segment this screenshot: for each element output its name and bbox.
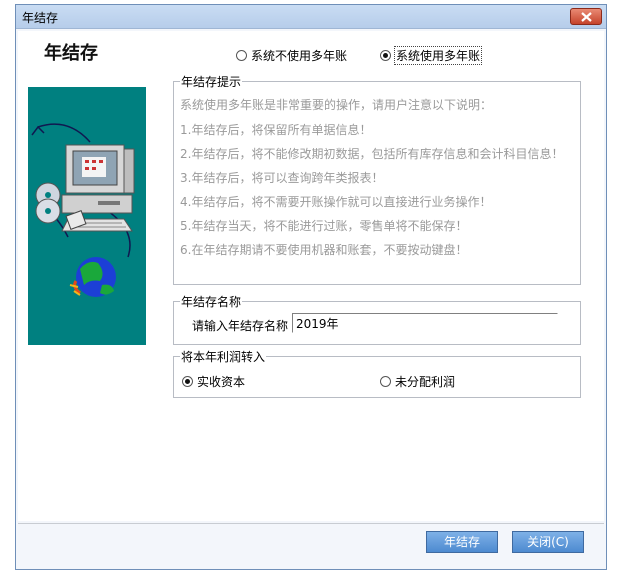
profit-group: 将本年利润转入 实收资本 未分配利润 — [173, 348, 581, 398]
profit-legend: 将本年利润转入 — [180, 348, 267, 365]
tip-line: 2.年结存后，将不能修改期初数据，包括所有库存信息和会计科目信息！ — [180, 147, 564, 161]
undistributed-label: 未分配利润 — [395, 375, 456, 389]
close-icon — [581, 12, 592, 22]
tip-line: 6.在年结存期请不要使用机器和账套，不要按动键盘！ — [180, 243, 468, 257]
capital-radio[interactable] — [182, 376, 193, 387]
tip-line: 1.年结存后，将保留所有单据信息！ — [180, 123, 372, 137]
mode-multi-label: 系统使用多年账 — [393, 46, 483, 65]
mode-multi-radio[interactable] — [380, 50, 391, 61]
dialog-body: 年结存 系统不使用多年账 系统使用多年账 年结存提示 系统使用多年账是非常重要的… — [18, 31, 604, 521]
year-end-name-input[interactable] — [292, 313, 558, 333]
tip-line: 5.年结存当天，将不能进行过账，零售单将不能保存！ — [180, 219, 468, 233]
name-group: 年结存名称 请输入年结存名称 — [173, 293, 581, 345]
computer-cd-globe-illustration — [28, 87, 146, 345]
tip-line: 3.年结存后，将可以查询跨年类报表！ — [180, 171, 384, 185]
tips-legend: 年结存提示 — [180, 73, 243, 90]
window-title: 年结存 — [22, 11, 59, 25]
confirm-year-end-button[interactable]: 年结存 — [426, 531, 498, 553]
capital-label: 实收资本 — [197, 375, 246, 389]
footer-divider — [18, 523, 604, 524]
name-legend: 年结存名称 — [180, 293, 243, 310]
mode-option-multi[interactable]: 系统使用多年账 — [380, 46, 483, 65]
title-bar[interactable]: 年结存 — [16, 5, 606, 29]
name-input-label: 请输入年结存名称 — [192, 319, 289, 333]
page-title: 年结存 — [44, 43, 98, 64]
mode-single-radio[interactable] — [236, 50, 247, 61]
profit-option-capital[interactable]: 实收资本 — [182, 373, 245, 390]
close-button[interactable]: 关闭(C) — [512, 531, 584, 553]
year-end-dialog: 年结存 年结存 系统不使用多年账 系统使用多年账 年结存提示 系统使用多年账是非… — [15, 4, 607, 570]
mode-option-single[interactable]: 系统不使用多年账 — [236, 47, 347, 64]
window-close-button[interactable] — [570, 8, 602, 25]
profit-option-undistributed[interactable]: 未分配利润 — [380, 373, 455, 390]
mode-single-label: 系统不使用多年账 — [251, 49, 348, 63]
tip-line: 系统使用多年账是非常重要的操作，请用户注意以下说明： — [180, 98, 493, 112]
tips-group: 年结存提示 系统使用多年账是非常重要的操作，请用户注意以下说明： 1.年结存后，… — [173, 73, 581, 285]
tip-line: 4.年结存后，将不需要开账操作就可以直接进行业务操作！ — [180, 195, 492, 209]
undistributed-radio[interactable] — [380, 376, 391, 387]
